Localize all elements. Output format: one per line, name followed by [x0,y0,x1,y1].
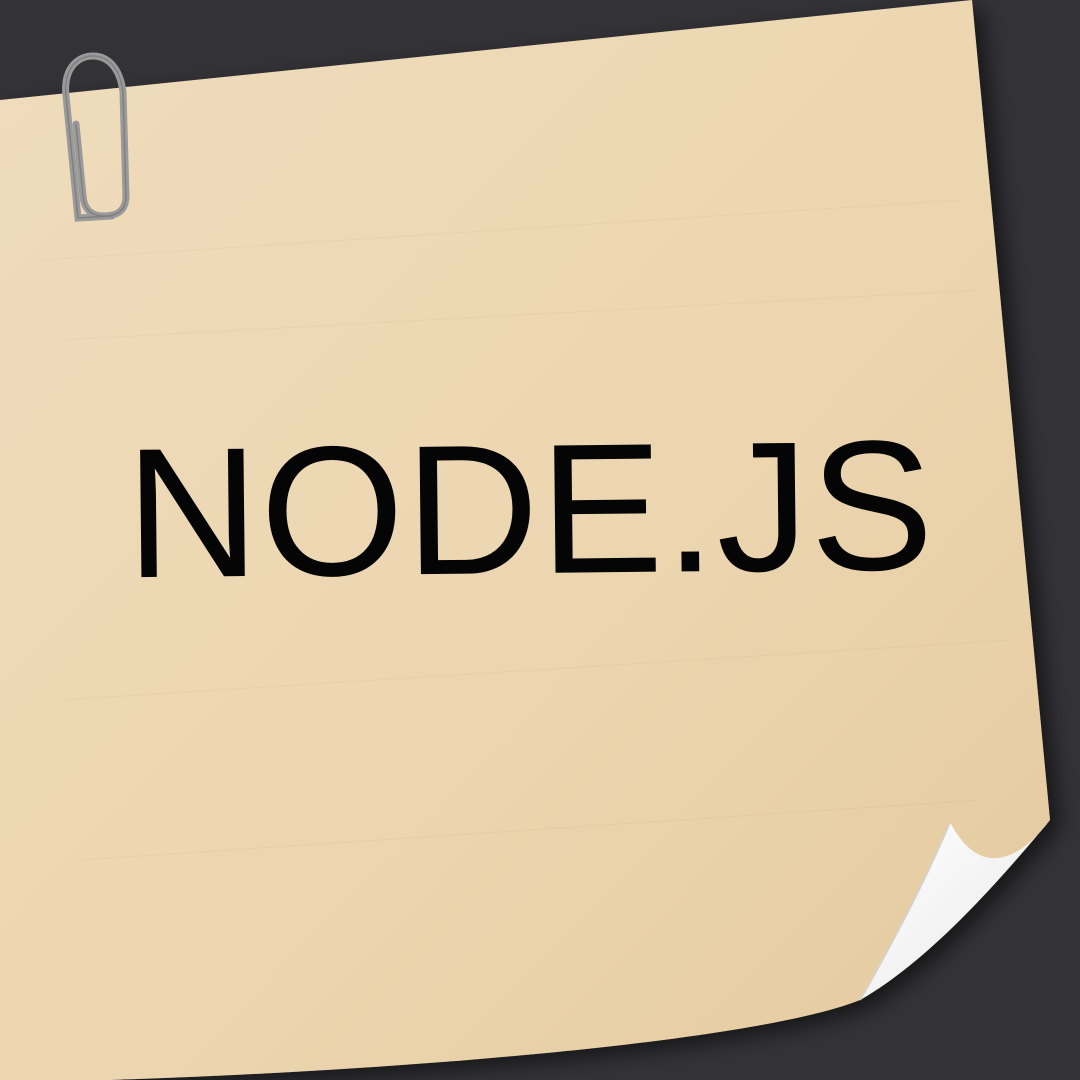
sticky-note-scene: NODE.JS [0,0,1080,1080]
note-title: NODE.JS [124,402,936,618]
